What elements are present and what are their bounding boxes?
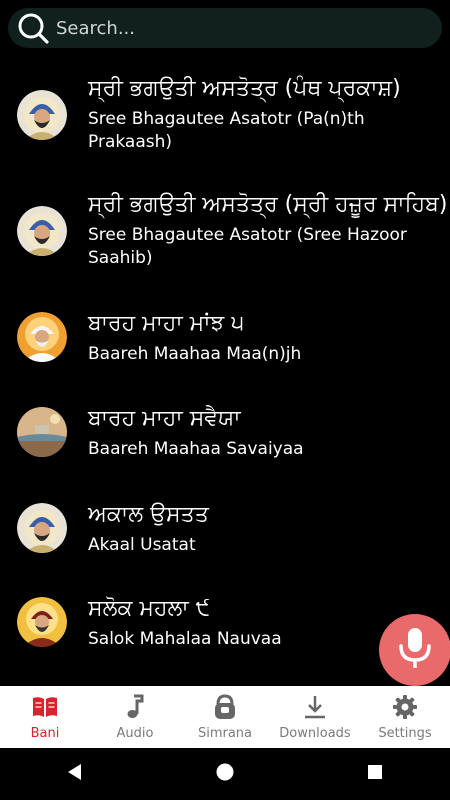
- nav-tab-simrana[interactable]: Simrana: [180, 686, 270, 748]
- bani-title-transliteration: Akaal Usatat: [88, 535, 196, 555]
- search-icon[interactable]: [16, 11, 50, 45]
- nav-label: Settings: [378, 725, 432, 741]
- recents-button[interactable]: [345, 754, 405, 794]
- bani-title-transliteration: Baareh Maahaa Savaiyaa: [88, 439, 304, 459]
- nav-label: Simrana: [197, 725, 253, 741]
- microphone-icon: [395, 626, 435, 674]
- kettlebell-icon: [213, 693, 237, 720]
- music-note-icon: [125, 694, 145, 720]
- avatar-landscape: [17, 407, 67, 457]
- bani-title-transliteration: Baareh Maahaa Maa(n)jh: [88, 344, 302, 364]
- voice-search-button[interactable]: [379, 614, 450, 686]
- search-bar[interactable]: [8, 8, 442, 48]
- search-input[interactable]: [54, 16, 442, 40]
- bani-title-transliteration: Sree Bhagautee Asatotr (Pa(n)th Prakaash…: [88, 109, 365, 152]
- nav-label: Bani: [30, 725, 60, 741]
- system-navigation-bar: [0, 748, 450, 800]
- nav-tab-downloads[interactable]: Downloads: [270, 686, 360, 748]
- nav-label: Downloads: [279, 725, 351, 741]
- gear-icon: [392, 694, 418, 720]
- bani-title-gurmukhi: ਸਲੋਕ ਮਹਲਾ ੯: [88, 596, 211, 621]
- back-button[interactable]: [45, 754, 105, 794]
- bani-title-transliteration: Sree Bhagautee Asatotr (Sree Hazoor Saah…: [88, 225, 407, 268]
- back-icon: [66, 763, 84, 785]
- avatar-guru-gobind-singh: [17, 503, 67, 553]
- nav-tab-bani[interactable]: Bani: [0, 686, 90, 748]
- bani-title-gurmukhi: ਸ੍ਰੀ ਭਗਉਤੀ ਅਸਤੋਤ੍ਰ (ਸ੍ਰੀ ਹਜ਼ੂਰ ਸਾਹਿਬ): [88, 192, 448, 217]
- avatar-guru-gobind-singh: [17, 90, 67, 140]
- nav-tab-audio[interactable]: Audio: [90, 686, 180, 748]
- bani-title-gurmukhi: ਬਾਰਹ ਮਾਹਾ ਸਵੈਯਾ: [88, 406, 241, 431]
- bani-title-gurmukhi: ਬਾਰਹ ਮਾਹਾ ਮਾਂਝ ੫: [88, 311, 245, 336]
- bani-title-gurmukhi: ਅਕਾਲ ਉਸਤਤ: [88, 502, 209, 527]
- bottom-navigation: Bani Audio Simrana Downloads Settings: [0, 686, 450, 748]
- avatar-guru-gobind-singh: [17, 206, 67, 256]
- nav-label: Audio: [116, 725, 154, 741]
- bani-title-gurmukhi: ਸ੍ਰੀ ਭਗਉਤੀ ਅਸਤੋਤ੍ਰ (ਪੰਥ ਪ੍ਰਕਾਸ਼): [88, 76, 401, 101]
- avatar-guru-arjan-dev: [17, 312, 67, 362]
- home-icon: [215, 762, 235, 786]
- home-button[interactable]: [195, 754, 255, 794]
- avatar-guru-tegh-bahadur: [17, 597, 67, 647]
- download-icon: [303, 694, 327, 720]
- nav-tab-settings[interactable]: Settings: [360, 686, 450, 748]
- book-icon: [31, 694, 59, 720]
- recents-icon: [367, 764, 383, 784]
